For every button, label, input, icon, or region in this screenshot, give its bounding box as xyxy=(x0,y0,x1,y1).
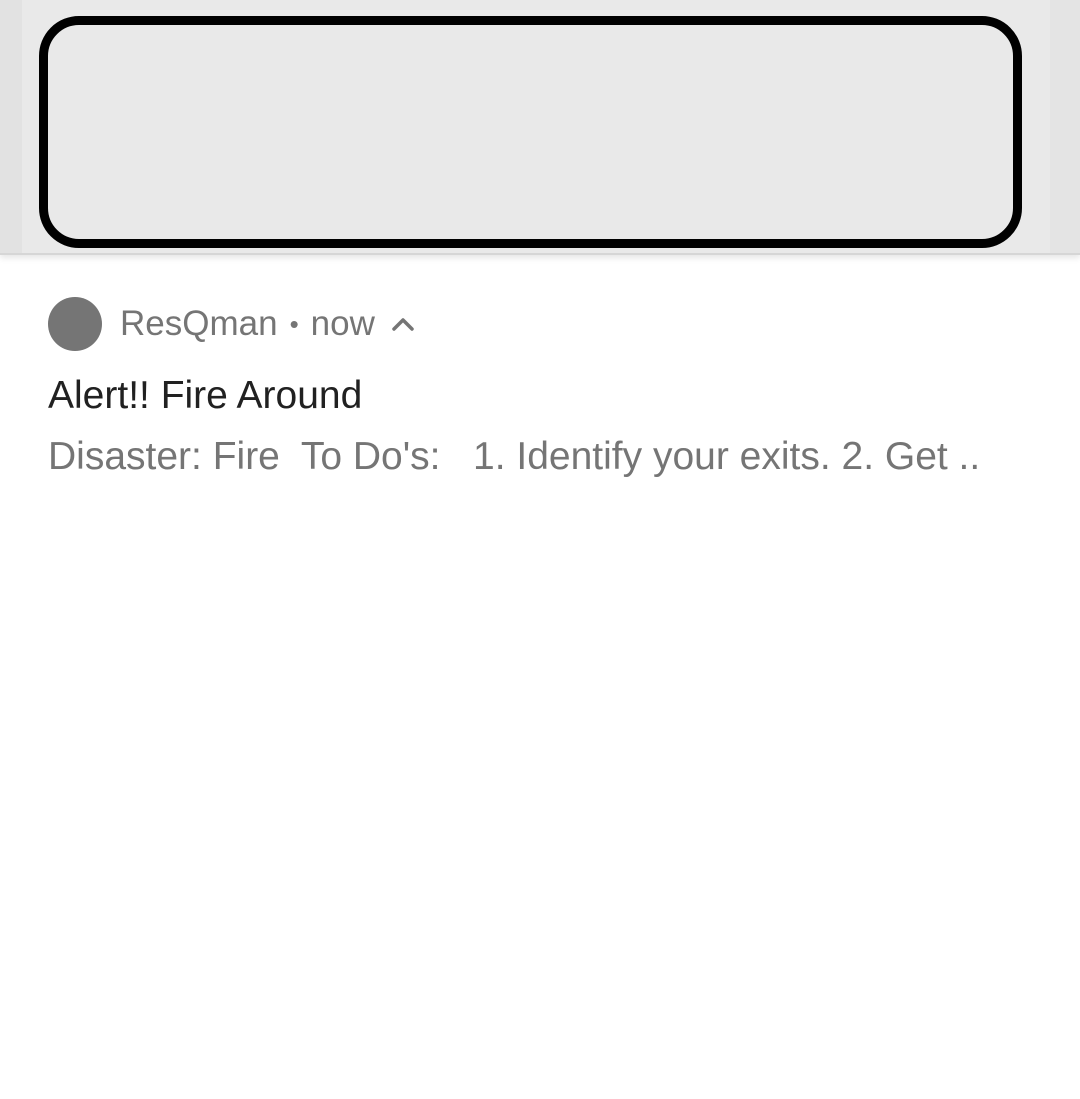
notification-time: now xyxy=(310,304,375,343)
notification-title: Alert!! Fire Around xyxy=(48,374,363,417)
app-name: ResQman xyxy=(120,304,278,343)
notification-body: Disaster: Fire To Do's: 1. Identify your… xyxy=(48,435,981,478)
highlight-box xyxy=(39,16,1022,248)
notification-card[interactable]: ResQman • now Alert!! Fire Around Disast… xyxy=(0,257,1080,497)
chevron-up-icon[interactable] xyxy=(389,310,417,338)
separator-dot: • xyxy=(289,309,299,339)
app-icon xyxy=(48,297,102,351)
status-area-edge-right xyxy=(1050,0,1080,253)
status-area xyxy=(0,0,1080,255)
notification-header[interactable]: ResQman • now xyxy=(48,297,417,351)
status-area-edge-left xyxy=(0,0,22,253)
